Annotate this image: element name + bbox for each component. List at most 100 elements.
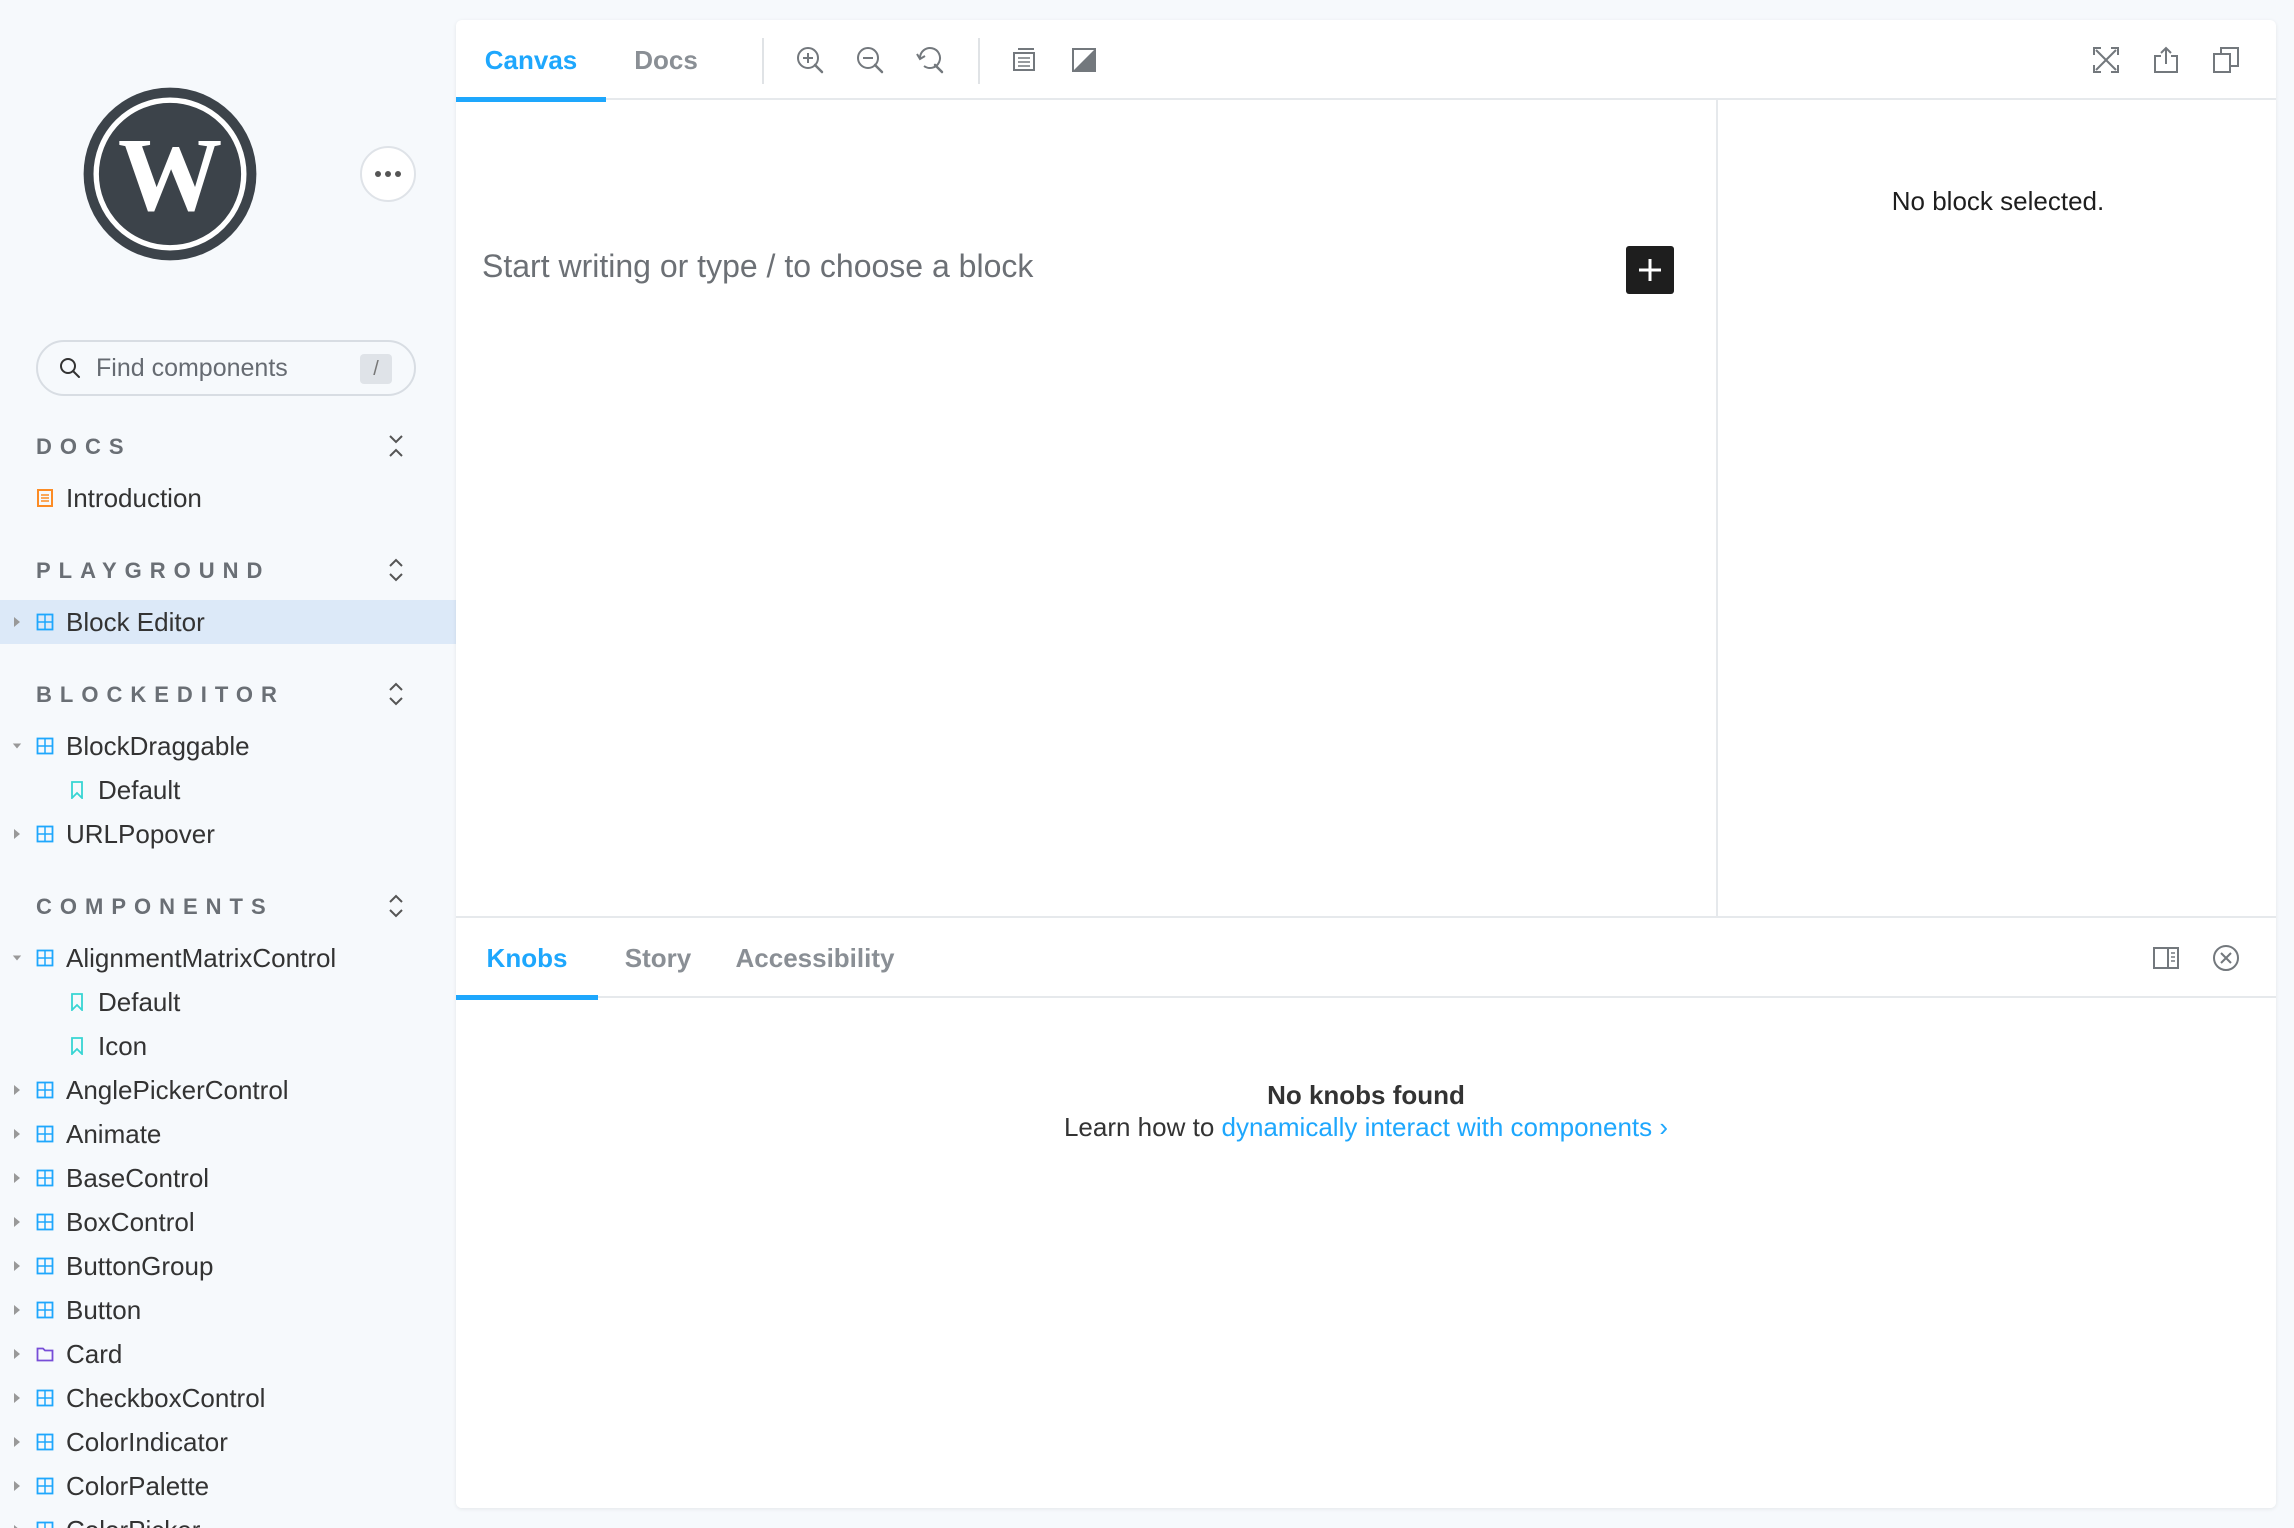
tab-canvas[interactable]: Canvas — [456, 20, 606, 102]
zoom-out-icon[interactable] — [854, 44, 886, 76]
caret-right-icon[interactable] — [12, 616, 22, 628]
caret-down-icon[interactable] — [12, 740, 22, 752]
contrast-icon[interactable] — [1068, 44, 1100, 76]
sidebar-item-label: AnglePickerControl — [66, 1074, 289, 1105]
sidebar-item-label: Default — [98, 774, 181, 805]
sidebar-item-colorindicator[interactable]: ColorIndicator — [0, 1420, 456, 1464]
sidebar-item-label: Card — [66, 1338, 123, 1369]
caret-right-icon[interactable] — [12, 1216, 22, 1228]
copy-link-icon[interactable] — [2210, 44, 2242, 76]
bookmark-icon — [71, 1037, 83, 1055]
svg-text:W: W — [118, 117, 222, 233]
sidebar-item-anglepickercontrol[interactable]: AnglePickerControl — [0, 1068, 456, 1112]
sidebar-item-introduction[interactable]: Introduction — [0, 476, 456, 520]
reset-zoom-icon[interactable] — [914, 44, 946, 76]
caret-right-icon[interactable] — [12, 1304, 22, 1316]
document-icon — [37, 489, 53, 507]
empty-state-prefix: Learn how to — [1063, 1112, 1222, 1142]
caret-right-icon[interactable] — [12, 1260, 22, 1272]
close-icon[interactable] — [2210, 942, 2242, 974]
sidebar-item-alignmentmatrixcontrol[interactable]: AlignmentMatrixControl — [0, 936, 456, 980]
caret-right-icon[interactable] — [12, 1172, 22, 1184]
plus-icon — [1639, 259, 1661, 281]
expand-collapse-icon[interactable] — [384, 556, 408, 584]
section-header-playground[interactable]: PLAYGROUND — [36, 558, 270, 584]
component-icon — [36, 1433, 54, 1451]
section-header-blockeditor[interactable]: BLOCKEDITOR — [36, 682, 285, 708]
share-icon[interactable] — [2150, 44, 2182, 76]
component-icon — [36, 1081, 54, 1099]
toolbar-divider — [978, 38, 980, 84]
expand-collapse-icon[interactable] — [384, 892, 408, 920]
component-icon — [36, 1125, 54, 1143]
fullscreen-icon[interactable] — [2090, 44, 2122, 76]
caret-right-icon[interactable] — [12, 1128, 22, 1140]
component-icon — [36, 1521, 54, 1528]
sidebar-item-colorpalette[interactable]: ColorPalette — [0, 1464, 456, 1508]
empty-state-title: No knobs found — [1267, 1080, 1465, 1110]
sidebar-item-button[interactable]: Button — [0, 1288, 456, 1332]
bookmark-icon — [71, 993, 83, 1011]
component-icon — [36, 1257, 54, 1275]
sidebar-item-label: BlockDraggable — [66, 730, 250, 761]
sidebar-story-default[interactable]: Default — [0, 768, 456, 812]
add-block-button[interactable] — [1626, 246, 1674, 294]
sidebar-item-blockdraggable[interactable]: BlockDraggable — [0, 724, 456, 768]
caret-right-icon[interactable] — [12, 1480, 22, 1492]
folder-icon — [36, 1347, 54, 1362]
caret-right-icon[interactable] — [12, 1524, 22, 1528]
sidebar-story-default[interactable]: Default — [0, 980, 456, 1024]
zoom-in-icon[interactable] — [794, 44, 826, 76]
sidebar-item-animate[interactable]: Animate — [0, 1112, 456, 1156]
tab-story[interactable]: Story — [598, 918, 718, 998]
section-header-components[interactable]: COMPONENTS — [36, 894, 274, 920]
caret-right-icon[interactable] — [12, 828, 22, 840]
chevron-right-icon: › — [1652, 1112, 1669, 1142]
component-icon — [36, 1477, 54, 1495]
docs-link[interactable]: dynamically interact with components — [1222, 1112, 1653, 1142]
sidebar-item-block-editor[interactable]: Block Editor — [0, 600, 456, 644]
search-input[interactable] — [96, 353, 336, 383]
component-icon — [36, 1213, 54, 1231]
component-icon — [36, 1389, 54, 1407]
caret-down-icon[interactable] — [12, 952, 22, 964]
sidebar-item-basecontrol[interactable]: BaseControl — [0, 1156, 456, 1200]
sidebar-item-label: CheckboxControl — [66, 1382, 266, 1413]
sidebar-item-label: Default — [98, 986, 181, 1017]
sidebar-item-label: ColorPicker — [66, 1515, 200, 1528]
bookmark-icon — [71, 781, 83, 799]
canvas-area[interactable]: Start writing or type / to choose a bloc… — [456, 100, 1716, 936]
sidebar-item-boxcontrol[interactable]: BoxControl — [0, 1200, 456, 1244]
sidebar-item-card[interactable]: Card — [0, 1332, 456, 1376]
search-box[interactable]: / — [36, 340, 416, 396]
preview-panel: Canvas Docs Start writing or type / to c… — [456, 20, 2276, 1508]
tab-knobs[interactable]: Knobs — [456, 918, 598, 1000]
background-icon[interactable] — [1008, 44, 1040, 76]
panel-orientation-icon[interactable] — [2150, 942, 2182, 974]
caret-right-icon[interactable] — [12, 1084, 22, 1096]
component-icon — [36, 737, 54, 755]
sidebar-item-label: Introduction — [66, 482, 202, 513]
empty-state-text: Learn how to dynamically interact with c… — [456, 1112, 2276, 1143]
sidebar-item-buttongroup[interactable]: ButtonGroup — [0, 1244, 456, 1288]
sidebar-item-label: Block Editor — [66, 606, 205, 637]
section-header-docs[interactable]: DOCS — [36, 434, 132, 460]
tab-docs[interactable]: Docs — [606, 20, 726, 100]
caret-right-icon[interactable] — [12, 1392, 22, 1404]
tab-accessibility[interactable]: Accessibility — [718, 918, 912, 998]
sidebar-item-label: BoxControl — [66, 1206, 195, 1237]
sidebar-item-checkboxcontrol[interactable]: CheckboxControl — [0, 1376, 456, 1420]
caret-right-icon[interactable] — [12, 1436, 22, 1448]
wordpress-logo[interactable]: W — [80, 84, 260, 264]
sidebar-menu-button[interactable] — [360, 146, 416, 202]
expand-collapse-icon[interactable] — [384, 680, 408, 708]
block-inspector: No block selected. — [1716, 100, 2276, 936]
block-placeholder[interactable]: Start writing or type / to choose a bloc… — [482, 248, 1033, 285]
component-icon — [36, 1169, 54, 1187]
sidebar-item-colorpicker[interactable]: ColorPicker — [0, 1508, 456, 1528]
sidebar-item-urlpopover[interactable]: URLPopover — [0, 812, 456, 856]
caret-right-icon[interactable] — [12, 1348, 22, 1360]
sidebar-story-icon[interactable]: Icon — [0, 1024, 456, 1068]
collapse-all-icon[interactable] — [384, 432, 408, 460]
sidebar: W / DOCS Introduction PLAYGROUND — [0, 0, 456, 1528]
